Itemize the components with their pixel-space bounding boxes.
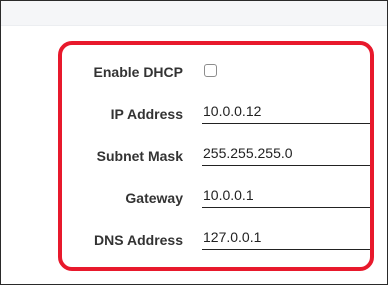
subnet-mask-row: Subnet Mask bbox=[61, 140, 371, 172]
dns-address-row: DNS Address bbox=[61, 224, 371, 256]
subnet-mask-field[interactable] bbox=[202, 142, 370, 166]
panel-header-strip bbox=[1, 1, 387, 26]
dhcp-checkbox[interactable] bbox=[204, 64, 217, 77]
ip-address-row: IP Address bbox=[61, 98, 371, 130]
ip-address-label: IP Address bbox=[110, 106, 183, 122]
dhcp-label: Enable DHCP bbox=[93, 64, 183, 80]
gateway-row: Gateway bbox=[61, 182, 371, 214]
dns-address-field[interactable] bbox=[202, 226, 370, 250]
gateway-label: Gateway bbox=[125, 190, 183, 206]
subnet-mask-label: Subnet Mask bbox=[96, 148, 183, 164]
ip-address-field[interactable] bbox=[202, 100, 370, 124]
network-settings-panel: Enable DHCP IP Address Subnet Mask Gatew… bbox=[0, 0, 388, 285]
gateway-field[interactable] bbox=[202, 184, 370, 208]
dhcp-row: Enable DHCP bbox=[61, 56, 371, 88]
dns-address-label: DNS Address bbox=[94, 232, 183, 248]
